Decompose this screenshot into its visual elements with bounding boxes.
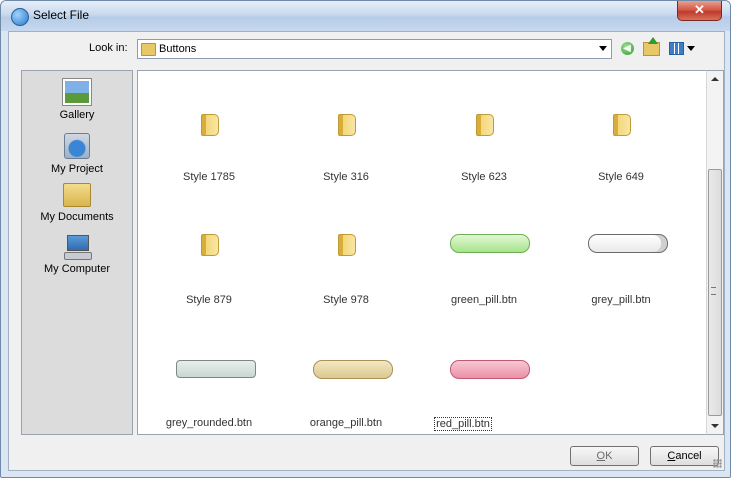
dialog-body: Look in: Buttons ◀ Gallery My Project My…	[8, 31, 725, 471]
folder-icon[interactable]	[201, 114, 219, 136]
vertical-scrollbar[interactable]	[706, 70, 724, 435]
red-pill-preview[interactable]	[450, 360, 530, 379]
folder-icon[interactable]	[338, 114, 356, 136]
folder-icon[interactable]	[201, 234, 219, 256]
app-icon	[11, 8, 29, 26]
folder-icon[interactable]	[476, 114, 494, 136]
file-item[interactable]: orange_pill.btn	[291, 417, 401, 429]
place-label: My Computer	[43, 263, 111, 275]
ok-button[interactable]: OK	[570, 446, 639, 466]
place-label: My Project	[51, 163, 103, 175]
scroll-up-icon[interactable]	[711, 77, 719, 81]
folder-icon	[141, 43, 156, 56]
file-item[interactable]: Style 649	[566, 171, 676, 183]
file-item[interactable]: grey_pill.btn	[566, 294, 676, 306]
place-my-computer[interactable]: My Computer	[22, 235, 132, 275]
chevron-down-icon[interactable]	[599, 46, 607, 51]
scroll-down-icon[interactable]	[711, 424, 719, 428]
gallery-icon	[63, 79, 91, 105]
place-gallery[interactable]: Gallery	[22, 79, 132, 121]
file-list: Style 1785 Style 316 Style 623 Style 649…	[137, 70, 708, 435]
close-button[interactable]: ✕	[677, 1, 722, 21]
look-in-label: Look in:	[89, 42, 128, 54]
grip-icon	[711, 287, 716, 295]
green-pill-preview[interactable]	[450, 234, 530, 253]
file-item[interactable]: Style 978	[291, 294, 401, 306]
project-icon	[64, 133, 90, 159]
place-label: Gallery	[59, 109, 95, 121]
view-menu-button[interactable]	[667, 38, 697, 58]
window-title: Select File	[33, 8, 90, 22]
select-file-dialog: Select File ✕ Look in: Buttons ◀ Gallery…	[0, 0, 731, 478]
place-label: My Documents	[40, 211, 114, 223]
orange-pill-preview[interactable]	[313, 360, 393, 379]
file-item[interactable]: Style 1785	[154, 171, 264, 183]
file-item[interactable]: green_pill.btn	[429, 294, 539, 306]
file-item[interactable]: Style 879	[154, 294, 264, 306]
computer-icon	[64, 235, 92, 260]
grey-pill-preview[interactable]	[588, 234, 668, 253]
resize-grip-icon[interactable]	[713, 459, 722, 468]
file-item[interactable]: Style 316	[291, 171, 401, 183]
view-grid-icon	[669, 42, 684, 56]
title-bar[interactable]: Select File ✕	[1, 1, 730, 31]
look-in-dropdown[interactable]: Buttons	[137, 39, 612, 59]
grey-rounded-preview[interactable]	[176, 360, 256, 378]
place-my-documents[interactable]: My Documents	[22, 183, 132, 223]
places-bar: Gallery My Project My Documents My Compu…	[21, 70, 133, 435]
documents-icon	[63, 183, 91, 207]
folder-icon[interactable]	[613, 114, 631, 136]
up-folder-icon	[642, 36, 660, 56]
chevron-down-icon	[687, 46, 695, 52]
back-button[interactable]: ◀	[617, 38, 637, 58]
back-arrow-icon: ◀	[620, 42, 634, 56]
folder-icon[interactable]	[338, 234, 356, 256]
cancel-button[interactable]: Cancel	[650, 446, 719, 466]
look-in-value: Buttons	[159, 43, 197, 55]
file-item[interactable]: Style 623	[429, 171, 539, 183]
file-item[interactable]: grey_rounded.btn	[154, 417, 264, 429]
place-my-project[interactable]: My Project	[22, 133, 132, 175]
up-folder-button[interactable]	[641, 36, 661, 58]
file-item-selected[interactable]: red_pill.btn	[408, 417, 518, 431]
